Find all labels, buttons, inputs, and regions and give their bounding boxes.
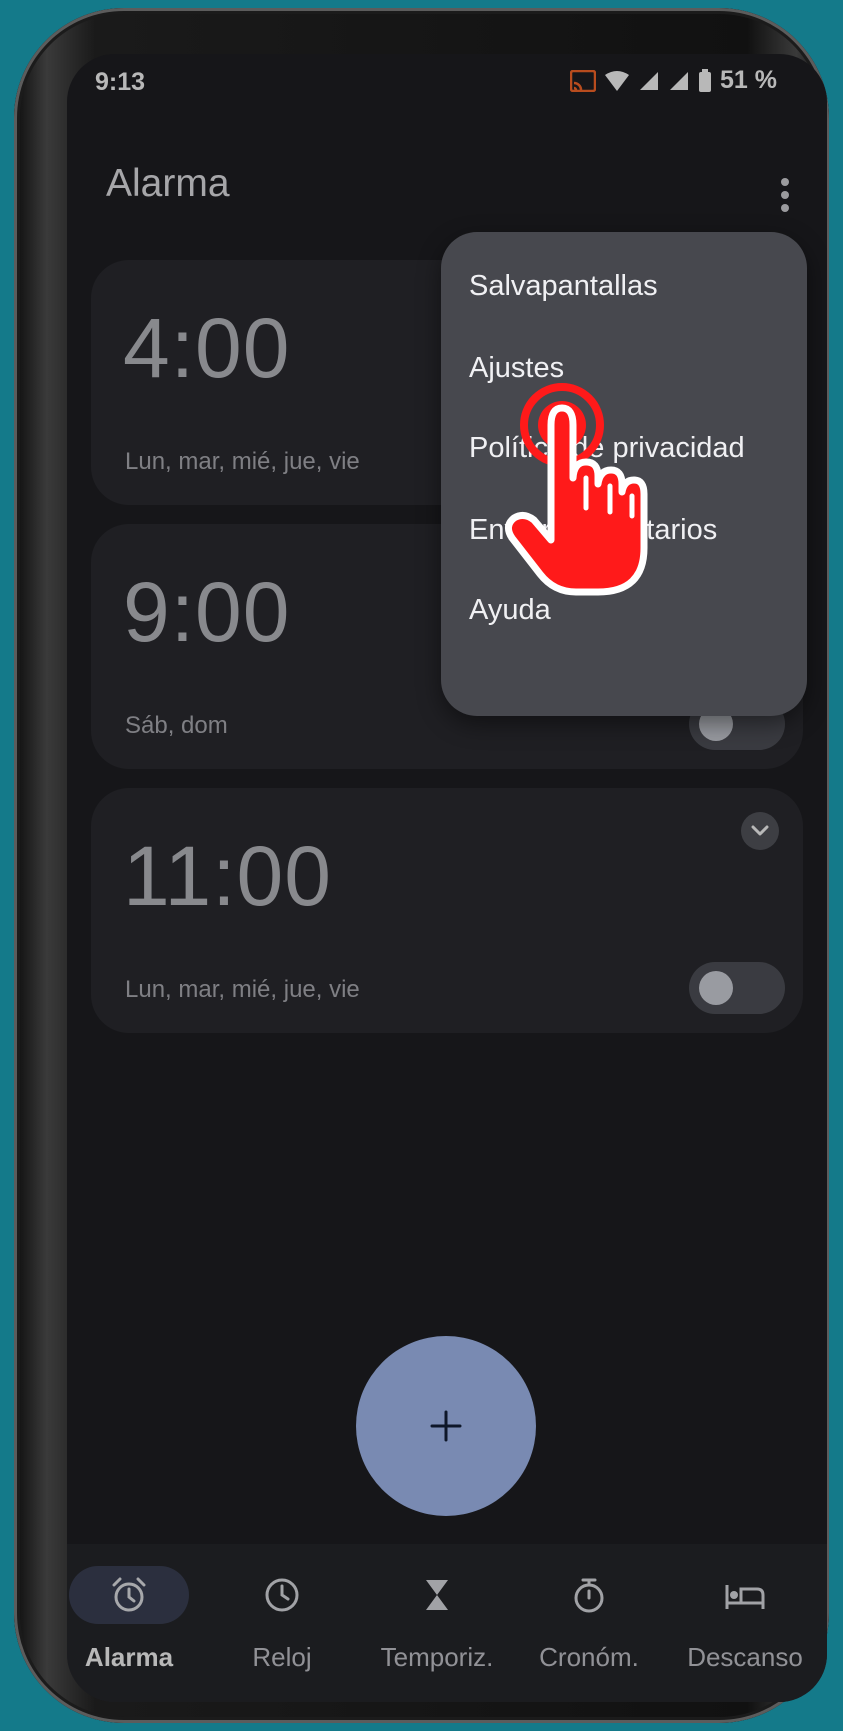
status-bar: 9:13 51 % (67, 54, 827, 114)
cast-icon (570, 69, 597, 92)
alarm-days: Lun, mar, mié, jue, vie (125, 448, 360, 475)
battery-icon (699, 68, 712, 92)
chevron-down-icon (751, 825, 769, 836)
alarm-time[interactable]: 4:00 (123, 300, 291, 397)
wifi-icon (605, 70, 630, 91)
nav-label: Temporiz. (380, 1642, 494, 1672)
more-dot-icon (781, 204, 789, 212)
menu-item-salvapantallas[interactable]: Salvapantallas (469, 270, 658, 303)
add-alarm-button[interactable] (356, 1336, 536, 1516)
more-dot-icon (781, 178, 789, 186)
phone-frame: 9:13 51 % Alarma 4:00 Lun, mar, mié, jue… (14, 8, 829, 1723)
signal-roaming-icon (670, 71, 689, 90)
phone-screen: 9:13 51 % Alarma 4:00 Lun, mar, mié, jue… (67, 54, 827, 1702)
nav-label: Cronóm. (539, 1642, 639, 1672)
nav-item-alarma[interactable]: Alarma (67, 1566, 204, 1673)
nav-item-temporizador[interactable]: Temporiz. (362, 1566, 512, 1673)
toggle-knob (699, 971, 733, 1005)
clock-icon (265, 1578, 299, 1612)
nav-label: Reloj (252, 1642, 312, 1672)
status-icons: 51 % (570, 66, 777, 95)
tap-pointer-icon (505, 383, 648, 596)
signal-icon (640, 71, 659, 90)
status-time: 9:13 (95, 68, 146, 96)
page-title: Alarma (106, 162, 230, 205)
expand-button[interactable] (741, 812, 779, 850)
alarm-time[interactable]: 11:00 (123, 828, 332, 925)
battery-percent: 51 % (720, 66, 777, 94)
alarm-days: Lun, mar, mié, jue, vie (125, 976, 360, 1003)
bed-icon (725, 1585, 765, 1609)
nav-label: Descanso (687, 1642, 803, 1672)
bottom-navigation: Alarma Reloj Temporiz. Cronóm. Descanso (67, 1544, 827, 1702)
nav-item-reloj[interactable]: Reloj (207, 1566, 357, 1673)
nav-item-descanso[interactable]: Descanso (670, 1566, 820, 1673)
more-dot-icon (781, 191, 789, 199)
alarm-days: Sáb, dom (125, 712, 228, 739)
alarm-time[interactable]: 9:00 (123, 564, 291, 661)
more-options-button[interactable] (770, 170, 800, 220)
alarm-clock-icon (112, 1577, 146, 1612)
plus-icon (430, 1410, 462, 1442)
alarm-toggle[interactable] (689, 962, 785, 1014)
nav-item-cronometro[interactable]: Cronóm. (514, 1566, 664, 1673)
nav-label: Alarma (84, 1642, 174, 1672)
alarm-card[interactable]: 11:00 Lun, mar, mié, jue, vie (91, 788, 803, 1033)
hourglass-icon (426, 1580, 448, 1610)
stopwatch-icon (574, 1578, 604, 1613)
